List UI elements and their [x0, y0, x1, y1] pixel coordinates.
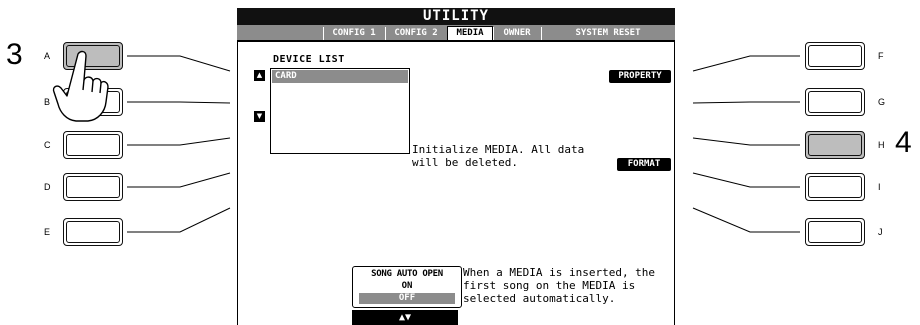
tab-bar: CONFIG 1 CONFIG 2 MEDIA OWNER SYSTEM RES… — [237, 25, 675, 41]
property-button[interactable]: PROPERTY — [609, 70, 671, 83]
tab-config-1[interactable]: CONFIG 1 — [323, 27, 384, 40]
button-letter-h: H — [878, 140, 885, 150]
format-message: Initialize MEDIA. All data will be delet… — [412, 143, 585, 169]
tab-owner[interactable]: OWNER — [493, 27, 540, 40]
song-auto-open-selector[interactable]: SONG AUTO OPEN ON OFF — [352, 266, 462, 308]
format-button[interactable]: FORMAT — [617, 158, 671, 171]
song-auto-open-label: SONG AUTO OPEN — [371, 269, 443, 279]
tab-media[interactable]: MEDIA — [447, 26, 493, 41]
button-letter-g: G — [878, 97, 886, 107]
button-c[interactable] — [63, 131, 123, 159]
header-divider — [237, 40, 675, 42]
step-number-4: 4 — [895, 126, 912, 159]
device-list: CARD — [270, 68, 410, 154]
screen-border-left — [237, 42, 238, 325]
tab-config-2[interactable]: CONFIG 2 — [385, 27, 446, 40]
button-letter-f: F — [878, 51, 884, 61]
button-h[interactable] — [805, 131, 865, 159]
step-number-3: 3 — [6, 38, 23, 71]
button-letter-c: C — [44, 140, 51, 150]
button-j[interactable] — [805, 218, 865, 246]
button-f[interactable] — [805, 42, 865, 70]
button-d[interactable] — [63, 173, 123, 201]
up-arrow-icon[interactable]: ▲ — [254, 70, 265, 81]
screen-border-right — [674, 42, 675, 325]
tab-system-reset[interactable]: SYSTEM RESET — [541, 27, 674, 40]
option-on[interactable]: ON — [353, 281, 461, 291]
button-e[interactable] — [63, 218, 123, 246]
option-off[interactable]: OFF — [359, 293, 455, 304]
device-list-label: DEVICE LIST — [273, 54, 345, 65]
button-letter-i: I — [878, 182, 881, 192]
screen-title: UTILITY — [237, 8, 675, 25]
auto-open-message: When a MEDIA is inserted, the first song… — [463, 266, 656, 305]
hand-pointer-icon — [52, 50, 109, 122]
device-list-item-card[interactable]: CARD — [272, 70, 408, 83]
lcd-screen: UTILITY CONFIG 1 CONFIG 2 MEDIA OWNER SY… — [237, 8, 675, 325]
button-letter-e: E — [44, 227, 51, 237]
button-g[interactable] — [805, 88, 865, 116]
up-down-arrow-icon[interactable]: ▲▼ — [352, 310, 458, 325]
button-i[interactable] — [805, 173, 865, 201]
down-arrow-icon[interactable]: ▼ — [254, 111, 265, 122]
button-letter-j: J — [878, 227, 883, 237]
button-letter-d: D — [44, 182, 51, 192]
